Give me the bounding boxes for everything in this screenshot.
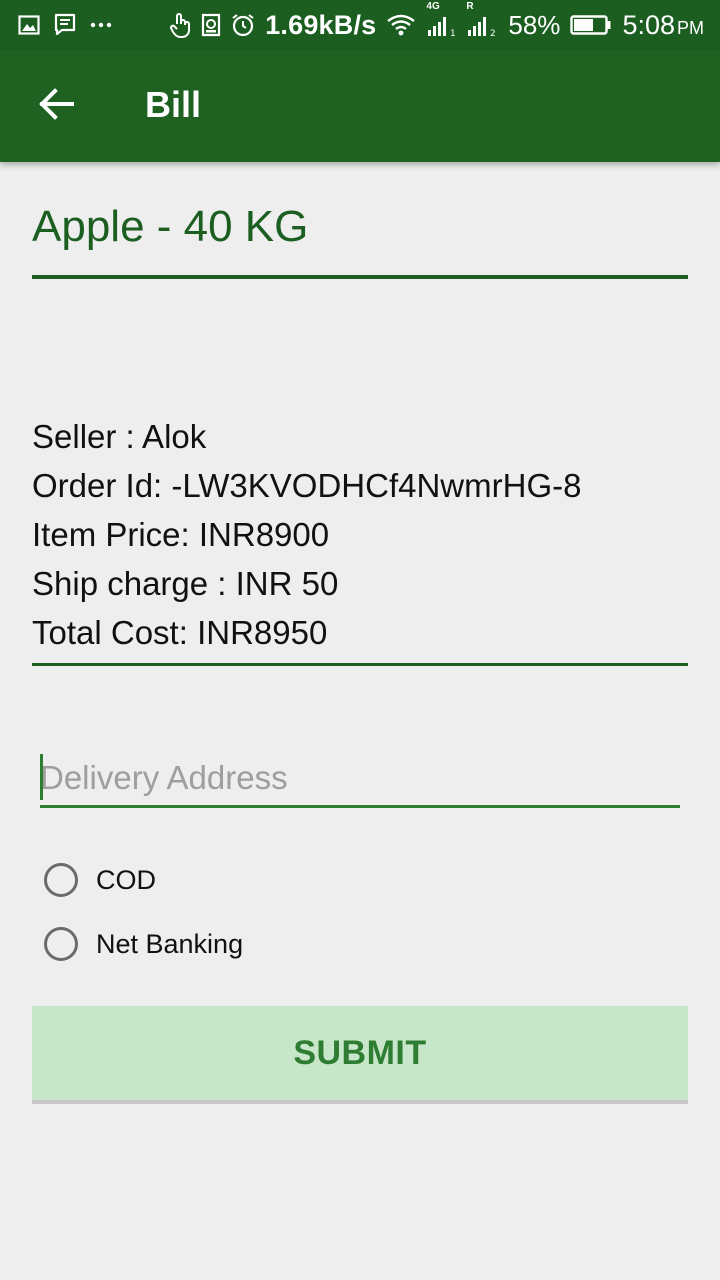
signal-icon-sim1: 4G 1 <box>426 1 456 37</box>
radio-circle-icon[interactable] <box>44 927 78 961</box>
notification-icons <box>18 13 112 37</box>
order-id-text: Order Id: -LW3KVODHCf4NwmrHG-8 <box>32 467 582 504</box>
radio-net-banking[interactable]: Net Banking <box>44 922 243 966</box>
arrow-back-icon <box>38 87 74 125</box>
address-underline <box>40 805 680 808</box>
text-cursor <box>40 754 43 800</box>
page-title: Bill <box>145 84 202 125</box>
battery-icon <box>570 14 612 36</box>
image-icon <box>18 14 40 36</box>
sd-card-icon <box>201 13 221 37</box>
more-icon <box>90 21 112 29</box>
seller-text: Seller : Alok <box>32 418 207 455</box>
radio-circle-icon[interactable] <box>44 863 78 897</box>
system-icons: 1.69kB/s 4G 1 R 2 58% 5:08 PM <box>169 1 704 41</box>
network-speed: 1.69kB/s <box>265 9 377 40</box>
alarm-icon <box>231 13 255 37</box>
clock-ampm: PM <box>677 17 704 38</box>
wifi-icon <box>386 14 416 36</box>
details-divider <box>32 663 688 666</box>
roaming-label: R <box>466 1 474 12</box>
clock-time: 5:08 <box>622 9 675 40</box>
radio-label-net-banking: Net Banking <box>96 928 244 959</box>
radio-cod[interactable]: COD <box>44 858 156 902</box>
svg-text:1: 1 <box>450 29 456 37</box>
network-type-label: 4G <box>426 1 440 12</box>
submit-button[interactable]: SUBMIT <box>32 1006 688 1104</box>
touch-icon <box>169 12 191 38</box>
signal-icon-sim2: R 2 <box>466 1 498 37</box>
status-bar: 1.69kB/s 4G 1 R 2 58% 5:08 PM <box>0 0 720 50</box>
total-cost-text: Total Cost: INR8950 <box>32 614 328 651</box>
back-button[interactable] <box>30 80 82 132</box>
delivery-address-input[interactable] <box>40 752 680 804</box>
item-price-text: Item Price: INR8900 <box>32 516 330 553</box>
app-bar: Bill <box>0 50 720 162</box>
battery-percentage: 58% <box>508 9 561 40</box>
ship-charge-text: Ship charge : INR 50 <box>32 565 339 602</box>
svg-text:2: 2 <box>490 29 496 37</box>
product-title: Apple - 40 KG <box>32 202 309 251</box>
order-details: Seller : Alok Order Id: -LW3KVODHCf4Nwmr… <box>32 412 581 657</box>
radio-label-cod: COD <box>96 864 156 895</box>
title-divider <box>32 275 688 279</box>
message-icon <box>54 13 76 37</box>
clock: 5:08 PM <box>622 10 704 41</box>
